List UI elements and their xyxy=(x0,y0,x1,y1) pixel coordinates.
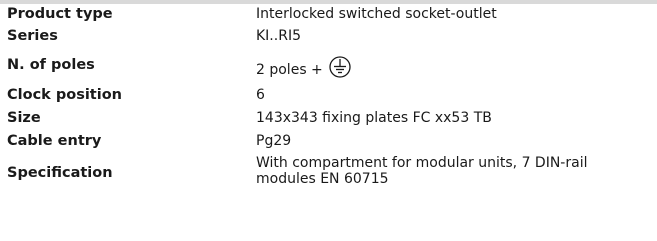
spec-value-line: modules EN 60715 xyxy=(256,171,389,187)
spec-row-series: Series KI..RI5 xyxy=(0,25,657,49)
spec-row-cable-entry: Cable entry Pg29 xyxy=(0,130,657,153)
earth-ground-icon xyxy=(329,56,351,78)
spec-row-product-type: Product type Interlocked switched socket… xyxy=(0,4,657,25)
spec-row-clock-position: Clock position 6 xyxy=(0,83,657,107)
spec-row-poles: N. of poles 2 poles + xyxy=(0,49,657,83)
spec-value: 6 xyxy=(256,87,265,103)
spec-label: Clock position xyxy=(7,87,122,103)
spec-value: 143x343 fixing plates FC xx53 TB xyxy=(256,110,492,126)
spec-value: KI..RI5 xyxy=(256,28,301,44)
spec-label: Specification xyxy=(7,165,113,181)
spec-value: 2 poles + xyxy=(256,56,651,82)
spec-row-size: Size 143x343 fixing plates FC xx53 TB xyxy=(0,107,657,130)
spec-table: Product type Interlocked switched socket… xyxy=(0,4,657,193)
spec-value-text: 2 poles + xyxy=(256,62,323,78)
spec-value: Pg29 xyxy=(256,133,292,149)
spec-label: Series xyxy=(7,28,58,44)
spec-label: Product type xyxy=(7,6,113,22)
spec-value-line: With compartment for modular units, 7 DI… xyxy=(256,155,588,171)
spec-label: N. of poles xyxy=(7,57,95,73)
spec-label: Cable entry xyxy=(7,133,102,149)
spec-label: Size xyxy=(7,110,41,126)
spec-value: Interlocked switched socket-outlet xyxy=(256,6,497,22)
spec-value: With compartment for modular units, 7 DI… xyxy=(256,155,651,187)
spec-row-specification: Specification With compartment for modul… xyxy=(0,153,657,193)
